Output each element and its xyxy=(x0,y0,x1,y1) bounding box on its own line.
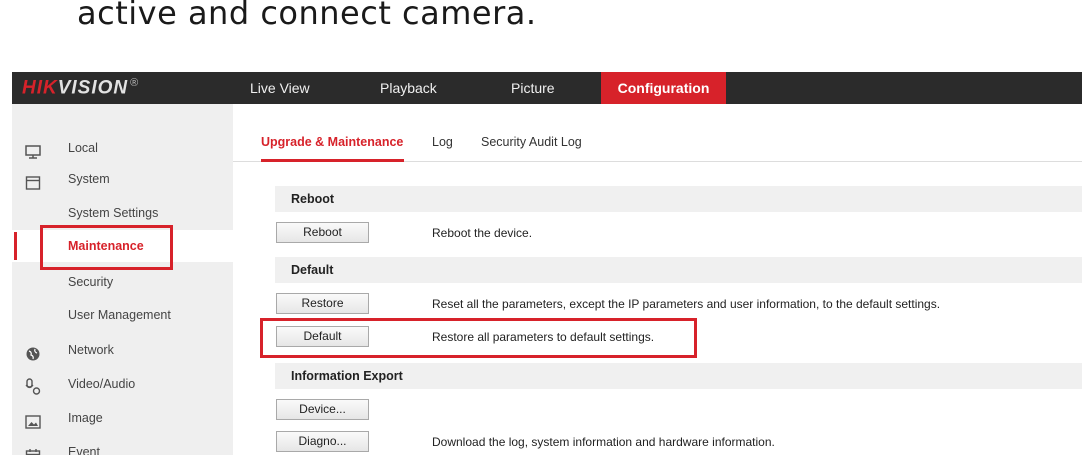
tab-upgrade-maintenance[interactable]: Upgrade & Maintenance xyxy=(261,135,403,149)
sidebar-item-user-management[interactable]: User Management xyxy=(12,299,233,331)
caption-text: active and connect camera. xyxy=(77,0,537,32)
sidebar-item-label: Maintenance xyxy=(68,239,144,253)
active-indicator xyxy=(14,232,17,260)
image-icon xyxy=(25,410,41,429)
section-header-reboot: Reboot xyxy=(275,186,1082,212)
monitor-icon xyxy=(25,140,41,159)
tab-log[interactable]: Log xyxy=(432,135,453,149)
tab-bar: Upgrade & Maintenance Log Security Audit… xyxy=(233,104,1082,162)
sidebar-item-local[interactable]: Local xyxy=(12,132,233,164)
diagnose-export-button[interactable]: Diagno... xyxy=(276,431,369,452)
sidebar-item-system-settings[interactable]: System Settings xyxy=(12,197,233,229)
default-description: Restore all parameters to default settin… xyxy=(432,330,655,344)
nav-live-view[interactable]: Live View xyxy=(250,72,310,104)
sidebar-item-image[interactable]: Image xyxy=(12,402,233,434)
calendar-icon xyxy=(25,444,41,455)
active-tab-underline xyxy=(261,159,404,162)
reboot-button[interactable]: Reboot xyxy=(276,222,369,243)
section-header-default: Default xyxy=(275,257,1082,283)
sidebar-item-label: Image xyxy=(68,411,103,425)
sidebar-item-label: Network xyxy=(68,343,114,357)
device-export-button[interactable]: Device... xyxy=(276,399,369,420)
sidebar-item-network[interactable]: Network xyxy=(12,334,233,366)
sidebar-item-label: Event xyxy=(68,445,100,455)
diagnose-description: Download the log, system information and… xyxy=(432,435,775,449)
default-button[interactable]: Default xyxy=(276,326,369,347)
sidebar-item-label: System Settings xyxy=(68,206,159,220)
sidebar-item-video-audio[interactable]: Video/Audio xyxy=(12,368,233,400)
nav-picture[interactable]: Picture xyxy=(511,72,555,104)
reboot-description: Reboot the device. xyxy=(432,226,533,240)
nav-playback[interactable]: Playback xyxy=(380,72,437,104)
sidebar-item-label: Security xyxy=(68,275,114,289)
restore-button[interactable]: Restore xyxy=(276,293,369,314)
nav-configuration[interactable]: Configuration xyxy=(601,72,726,104)
restore-description: Reset all the parameters, except the IP … xyxy=(432,297,941,311)
sidebar-item-maintenance[interactable]: Maintenance xyxy=(12,230,233,262)
sidebar-item-system[interactable]: System xyxy=(12,163,233,195)
tab-security-audit-log[interactable]: Security Audit Log xyxy=(481,135,582,149)
sidebar-item-label: Video/Audio xyxy=(68,377,136,391)
sidebar-item-label: User Management xyxy=(68,308,171,322)
sidebar-item-security[interactable]: Security xyxy=(12,266,233,298)
window-icon xyxy=(25,171,41,190)
top-navigation-bar: HIKVISION ® Live View Playback Picture Co… xyxy=(12,72,1082,104)
hikvision-logo: HIKVISION ® xyxy=(22,77,140,99)
main-content: Upgrade & Maintenance Log Security Audit… xyxy=(233,104,1082,455)
globe-icon xyxy=(25,342,41,361)
microphone-icon xyxy=(25,376,41,395)
sidebar-item-event[interactable]: Event xyxy=(12,436,233,455)
section-header-information-export: Information Export xyxy=(275,363,1082,389)
sidebar-item-label: System xyxy=(68,172,110,186)
sidebar-item-label: Local xyxy=(68,141,98,155)
